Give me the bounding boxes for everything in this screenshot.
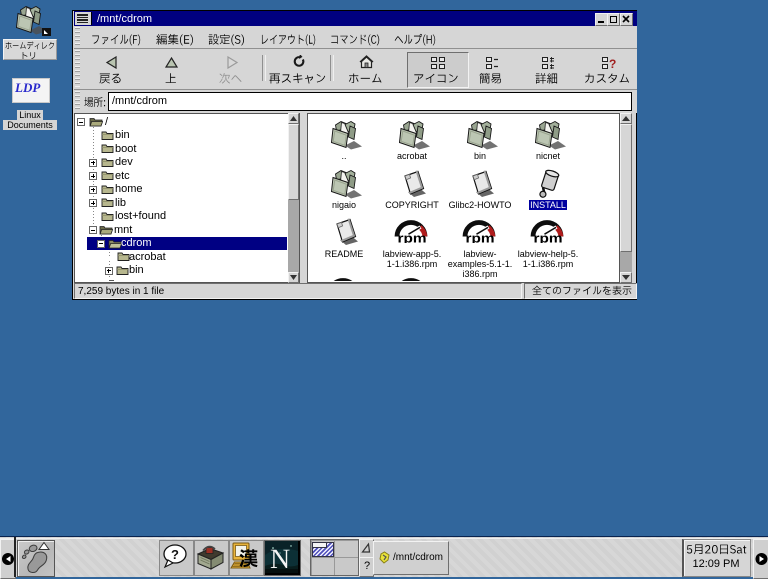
svg-text:?: ?: [171, 547, 179, 562]
svg-text:?: ?: [609, 57, 616, 69]
